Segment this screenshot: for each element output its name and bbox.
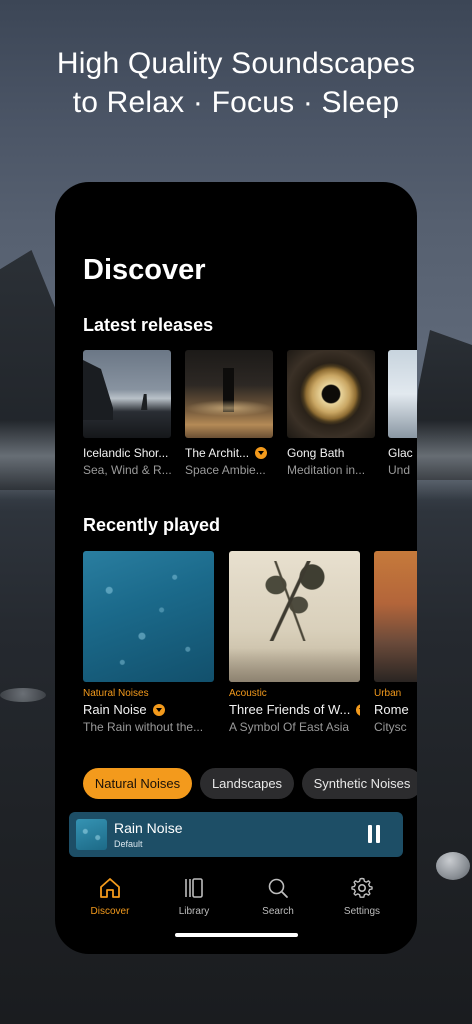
glacier-art	[388, 350, 417, 438]
recent-category: Urban	[374, 688, 402, 699]
headline-line-2: to Relax · Focus · Sleep	[72, 86, 400, 119]
release-subtitle: Und	[388, 463, 411, 477]
bamboo-art	[229, 551, 360, 682]
chip-synthetic-noises[interactable]: Synthetic Noises	[302, 768, 417, 799]
tab-discover[interactable]: Discover	[75, 876, 145, 917]
download-icon	[152, 703, 165, 716]
tab-label: Library	[178, 906, 210, 917]
release-subtitle: Sea, Wind & R...	[83, 463, 171, 477]
rain-art-thumbnail	[76, 819, 107, 850]
release-card[interactable]: Icelandic Shor... Sea, Wind & R...	[83, 350, 171, 477]
tab-library[interactable]: Library	[159, 876, 229, 917]
pause-button[interactable]	[367, 825, 381, 843]
gear-icon	[351, 877, 373, 898]
latest-releases-carousel[interactable]: Icelandic Shor... Sea, Wind & R... The A…	[83, 350, 417, 480]
release-card[interactable]: Glac Und	[388, 350, 417, 477]
monolith-art	[185, 350, 273, 438]
recent-title: Three Friends of W...	[229, 702, 351, 717]
release-title: Gong Bath	[287, 446, 345, 460]
mini-player-title: Rain Noise	[114, 820, 183, 836]
recent-card[interactable]: Natural Noises Rain Noise The Rain witho…	[83, 551, 214, 734]
mini-player-subtitle: Default	[114, 839, 143, 849]
page-title: Discover	[83, 254, 206, 286]
category-chips: Natural Noises Landscapes Synthetic Nois…	[83, 768, 417, 800]
chip-landscapes[interactable]: Landscapes	[200, 768, 294, 799]
icelandic-shore-art	[83, 350, 171, 438]
tab-settings[interactable]: Settings	[327, 876, 397, 917]
recent-category: Natural Noises	[83, 688, 149, 699]
release-title: The Archit...	[185, 446, 250, 460]
tab-label: Discover	[90, 906, 130, 917]
rain-art	[83, 551, 214, 682]
section-title-recently-played: Recently played	[83, 515, 221, 535]
section-title-latest-releases: Latest releases	[83, 315, 214, 335]
tab-label: Settings	[343, 906, 381, 917]
gong-art	[287, 350, 375, 438]
recent-category: Acoustic	[229, 688, 267, 699]
background-rock	[0, 688, 46, 702]
recently-played-carousel[interactable]: Natural Noises Rain Noise The Rain witho…	[83, 551, 417, 741]
recent-title: Rain Noise	[83, 702, 147, 717]
home-icon	[100, 878, 120, 898]
mini-player[interactable]: Rain Noise Default	[69, 812, 403, 857]
release-title: Glac	[388, 446, 413, 460]
headline-line-1: High Quality Soundscapes	[56, 47, 416, 80]
rome-art	[374, 551, 417, 682]
search-icon	[268, 878, 288, 898]
tab-search[interactable]: Search	[243, 876, 313, 917]
release-card[interactable]: The Archit... Space Ambie...	[185, 350, 273, 477]
phone-screen: Discover Latest releases Icelandic Shor.…	[55, 182, 417, 954]
tab-label: Search	[262, 906, 294, 917]
home-indicator	[175, 933, 298, 937]
recent-subtitle: The Rain without the...	[83, 720, 204, 734]
recent-title: Rome	[374, 702, 409, 717]
chip-natural-noises[interactable]: Natural Noises	[83, 768, 192, 799]
recent-card[interactable]: Acoustic Three Friends of W... A Symbol …	[229, 551, 360, 734]
download-icon	[255, 447, 268, 459]
download-icon	[356, 703, 360, 716]
release-subtitle: Meditation in...	[287, 463, 366, 477]
recent-subtitle: Citysc	[374, 720, 407, 734]
release-title: Icelandic Shor...	[83, 446, 169, 460]
recent-subtitle: A Symbol Of East Asia	[229, 720, 350, 734]
tab-bar: Discover Library Search Settings	[55, 876, 417, 926]
background-rock	[436, 852, 470, 880]
release-subtitle: Space Ambie...	[185, 463, 266, 477]
promo-headline: High Quality Soundscapes to Relax · Focu…	[0, 44, 472, 122]
release-card[interactable]: Gong Bath Meditation in...	[287, 350, 375, 477]
library-icon	[185, 878, 203, 898]
recent-card[interactable]: Urban Rome Citysc	[374, 551, 417, 734]
